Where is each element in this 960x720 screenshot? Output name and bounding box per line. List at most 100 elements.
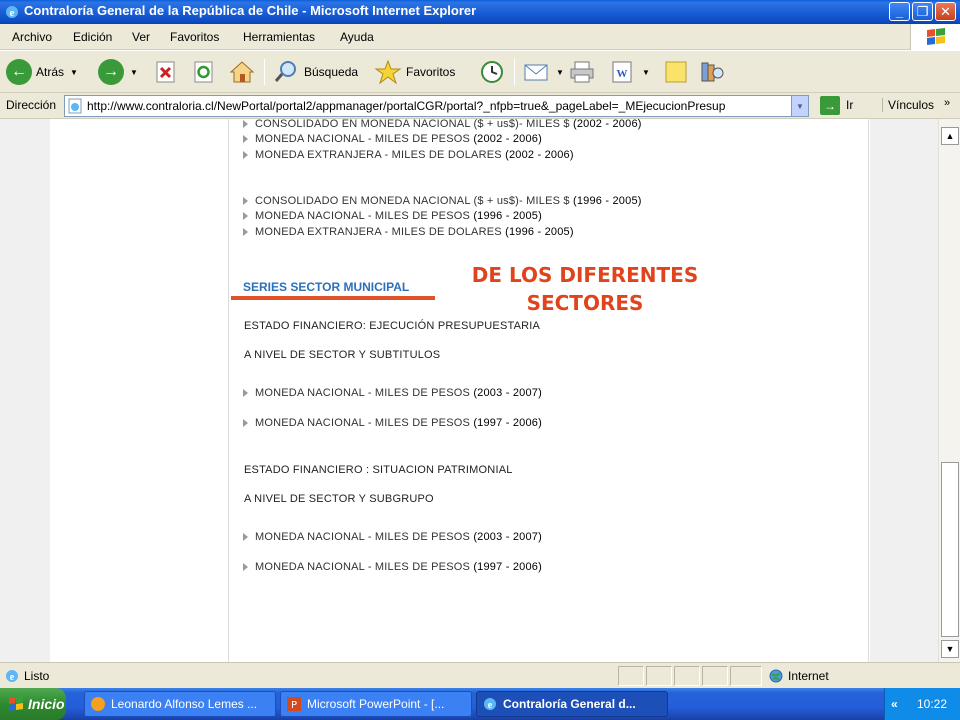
menu-ayuda[interactable]: Ayuda: [340, 30, 374, 44]
series-link[interactable]: MONEDA EXTRANJERA - MILES DE DOLARES (19…: [243, 226, 574, 238]
menu-bar: Archivo Edición Ver Favoritos Herramient…: [0, 24, 960, 50]
section-subheading: A NIVEL DE SECTOR Y SUBGRUPO: [244, 493, 434, 505]
links-chevron-icon[interactable]: »: [944, 97, 950, 109]
vertical-scrollbar[interactable]: ▲ ▼: [938, 119, 960, 662]
status-pane: [646, 666, 672, 686]
status-text: Listo: [24, 669, 50, 683]
window-titlebar: e Contraloría General de la República de…: [0, 0, 960, 24]
bullet-arrow-icon: [243, 563, 248, 571]
windows-logo: [910, 24, 960, 50]
series-link[interactable]: MONEDA NACIONAL - MILES DE PESOS (2003 -…: [243, 387, 542, 399]
taskbar-item-powerpoint[interactable]: P Microsoft PowerPoint - [...: [280, 691, 472, 717]
series-link[interactable]: CONSOLIDADO EN MONEDA NACIONAL ($ + us$)…: [243, 195, 642, 207]
close-button[interactable]: ✕: [935, 2, 956, 21]
chevron-down-icon[interactable]: ▼: [70, 68, 78, 77]
stop-button[interactable]: [153, 57, 179, 87]
arrow-down-icon: ▼: [945, 644, 955, 654]
internet-explorer-icon: e: [484, 698, 496, 711]
search-icon: [274, 61, 296, 82]
window-title: Contraloría General de la República de C…: [24, 3, 477, 18]
scroll-thumb[interactable]: [941, 462, 959, 637]
refresh-icon: [194, 61, 213, 83]
back-button[interactable]: ← Atrás ▼: [6, 57, 78, 87]
series-link[interactable]: MONEDA NACIONAL - MILES DE PESOS (2002 -…: [243, 133, 542, 145]
menu-edicion[interactable]: Edición: [73, 30, 112, 44]
series-link[interactable]: MONEDA NACIONAL - MILES DE PESOS (2003 -…: [243, 531, 542, 543]
mail-button[interactable]: ▼: [522, 57, 564, 87]
standard-toolbar: ← Atrás ▼ → ▼ Búsqueda Favoritos ▼ W ▼: [0, 51, 960, 93]
section-heading: ESTADO FINANCIERO: EJECUCIÓN PRESUPUESTA…: [244, 320, 541, 332]
search-button[interactable]: Búsqueda: [272, 57, 358, 87]
favorites-button[interactable]: Favoritos: [374, 57, 455, 87]
section-subheading: A NIVEL DE SECTOR Y SUBTITULOS: [244, 349, 441, 361]
forward-arrow-icon: →: [98, 59, 124, 85]
menu-favoritos[interactable]: Favoritos: [170, 30, 219, 44]
word-document-icon: W: [612, 61, 632, 83]
column-divider: [228, 119, 229, 662]
research-button[interactable]: [698, 57, 726, 87]
discuss-button[interactable]: [662, 57, 690, 87]
bullet-arrow-icon: [243, 228, 248, 236]
scroll-up-button[interactable]: ▲: [941, 127, 959, 145]
chevron-down-icon[interactable]: ▼: [556, 68, 564, 77]
page-viewport: CONSOLIDADO EN MONEDA NACIONAL ($ + us$)…: [0, 119, 938, 662]
series-link[interactable]: MONEDA NACIONAL - MILES DE PESOS (1997 -…: [243, 561, 542, 573]
clock: 10:22: [917, 697, 948, 711]
bullet-arrow-icon: [243, 389, 248, 397]
toolbar-separator: [514, 59, 515, 85]
scroll-down-button[interactable]: ▼: [941, 640, 959, 658]
svg-text:e: e: [10, 7, 15, 19]
start-button[interactable]: Inicio: [0, 688, 66, 720]
windows-flag-icon: [9, 696, 23, 711]
arrow-up-icon: ▲: [945, 131, 955, 141]
taskbar-item-internet-explorer[interactable]: e Contraloría General d...: [476, 691, 668, 717]
status-bar: e Listo Internet: [0, 662, 960, 688]
svg-text:e: e: [10, 672, 15, 683]
go-label[interactable]: Ir: [846, 98, 853, 112]
status-pane: [674, 666, 700, 686]
maximize-button[interactable]: ❐: [912, 2, 933, 21]
home-button[interactable]: [228, 57, 256, 87]
status-pane: [618, 666, 644, 686]
bullet-arrow-icon: [243, 533, 248, 541]
series-link[interactable]: CONSOLIDADO EN MONEDA NACIONAL ($ + us$)…: [243, 119, 642, 130]
menu-archivo[interactable]: Archivo: [12, 30, 52, 44]
mail-icon: [524, 64, 548, 81]
address-dropdown-button[interactable]: ▼: [791, 96, 808, 116]
history-icon: [481, 61, 503, 83]
home-icon: [229, 61, 255, 83]
url-text: http://www.contraloria.cl/NewPortal/port…: [87, 99, 726, 113]
menu-herramientas[interactable]: Herramientas: [243, 30, 315, 44]
url-input[interactable]: http://www.contraloria.cl/NewPortal/port…: [64, 95, 809, 117]
forward-button[interactable]: → ▼: [98, 57, 138, 87]
stop-icon: [156, 61, 175, 83]
address-label: Dirección: [6, 98, 57, 112]
minimize-button[interactable]: _: [889, 2, 910, 21]
highlight-underline: [231, 296, 435, 300]
series-sector-municipal-title: SERIES SECTOR MUNICIPAL: [243, 280, 410, 294]
chevron-down-icon[interactable]: ▼: [130, 68, 138, 77]
windows-flag-icon: [927, 28, 945, 45]
tray-expand-button[interactable]: «: [891, 697, 898, 711]
series-link[interactable]: MONEDA NACIONAL - MILES DE PESOS (1997 -…: [243, 417, 542, 429]
svg-text:W: W: [617, 68, 628, 80]
taskbar-item-messenger[interactable]: Leonardo Alfonso Lemes ...: [84, 691, 276, 717]
svg-text:e: e: [488, 700, 493, 711]
go-arrow-icon: →: [824, 98, 836, 113]
note-icon: [665, 61, 687, 83]
series-link[interactable]: MONEDA NACIONAL - MILES DE PESOS (1996 -…: [243, 210, 542, 222]
internet-zone-icon: [769, 669, 783, 683]
edit-word-button[interactable]: W ▼: [608, 57, 650, 87]
bullet-arrow-icon: [243, 151, 248, 159]
print-button[interactable]: [568, 57, 596, 87]
page-icon: [68, 98, 82, 114]
security-zone-label: Internet: [788, 669, 829, 683]
address-bar: Dirección http://www.contraloria.cl/NewP…: [0, 93, 960, 119]
go-button[interactable]: →: [820, 96, 840, 115]
links-label[interactable]: Vínculos: [882, 98, 934, 112]
history-button[interactable]: [476, 57, 506, 87]
chevron-down-icon[interactable]: ▼: [642, 68, 650, 77]
series-link[interactable]: MONEDA EXTRANJERA - MILES DE DOLARES (20…: [243, 149, 574, 161]
refresh-button[interactable]: [191, 57, 217, 87]
menu-ver[interactable]: Ver: [132, 30, 150, 44]
